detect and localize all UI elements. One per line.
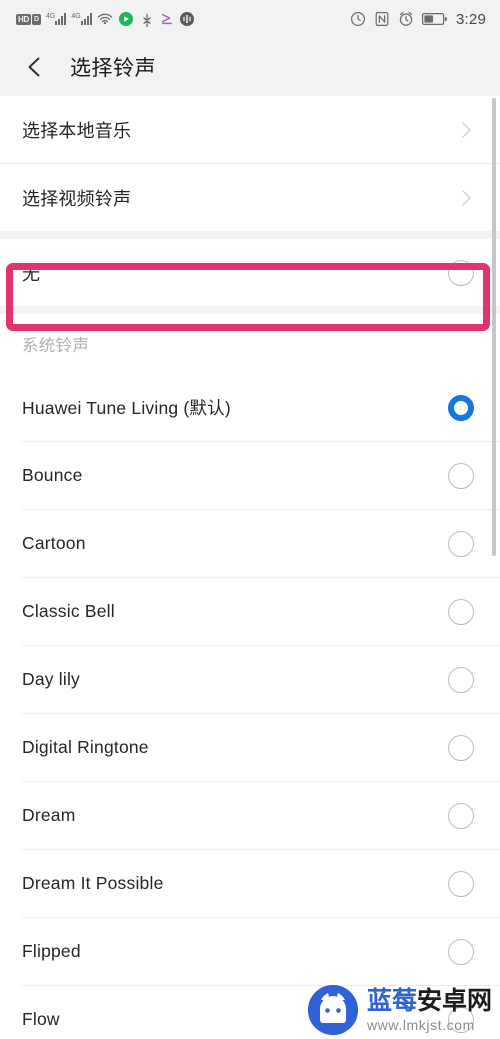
list-item-label: 无 — [22, 263, 41, 284]
list-item[interactable]: Dream — [0, 782, 500, 849]
list-item-label: Day lily — [22, 669, 80, 689]
status-bar: HD D 4G 4G 3:29 — [0, 0, 500, 38]
network-label-1: 4G — [46, 13, 56, 20]
ringtone-list[interactable]: 选择本地音乐 选择视频铃声 无 系统铃声 Huawei Tune Living … — [0, 96, 500, 1039]
section-header-label: 系统铃声 — [22, 337, 90, 355]
list-item[interactable]: Bounce — [0, 442, 500, 509]
back-arrow-icon[interactable] — [22, 54, 48, 80]
sim-4g-signal-icon: 4G — [46, 13, 67, 25]
hd-label: HD — [16, 13, 31, 25]
group-separator — [0, 306, 500, 314]
list-item[interactable]: Flipped — [0, 918, 500, 985]
group-separator — [0, 231, 500, 239]
list-item[interactable]: Day lily — [0, 646, 500, 713]
list-item-label: Flipped — [22, 941, 81, 961]
sim-label: D — [31, 13, 42, 25]
chevron-right-icon — [461, 189, 472, 207]
list-item-label: Classic Bell — [22, 601, 115, 621]
radio-button[interactable] — [448, 734, 474, 761]
radio-button-selected[interactable] — [448, 394, 474, 421]
watermark-brand-blue: 蓝莓 — [366, 986, 417, 1015]
radio-button[interactable] — [448, 462, 474, 489]
list-item-select-local-music[interactable]: 选择本地音乐 — [0, 96, 500, 163]
ringtone-options-group: Huawei Tune Living (默认) Bounce Cartoon Clas… — [0, 374, 500, 1039]
list-item-label: Cartoon — [22, 533, 86, 553]
huawei-flower-icon — [139, 11, 155, 27]
site-watermark: 蓝莓安卓网 www.lmkjst.com — [307, 985, 492, 1035]
dark-circle-icon — [179, 11, 195, 27]
nfc-icon — [374, 11, 390, 27]
list-item-label: Digital Ringtone — [22, 737, 149, 757]
list-item-label: Bounce — [22, 465, 83, 485]
radio-button[interactable] — [448, 259, 474, 286]
list-item[interactable]: Huawei Tune Living (默认) — [0, 374, 500, 441]
list-item-label: Huawei Tune Living (默认) — [22, 398, 231, 418]
purple-arrow-icon — [160, 12, 174, 26]
status-bar-time: 3:29 — [456, 10, 486, 28]
page-title: 选择铃声 — [70, 57, 156, 80]
radio-button[interactable] — [448, 598, 474, 625]
list-item[interactable]: Cartoon — [0, 510, 500, 577]
radio-button[interactable] — [448, 802, 474, 829]
list-item-label: 选择本地音乐 — [22, 120, 132, 141]
radio-button[interactable] — [448, 666, 474, 693]
list-item-select-video-ringtone[interactable]: 选择视频铃声 — [0, 164, 500, 231]
section-header-system-ringtones: 系统铃声 — [0, 314, 500, 374]
list-item-label: Dream It Possible — [22, 873, 164, 893]
wifi-icon — [97, 11, 113, 27]
watermark-url: www.lmkjst.com — [366, 1016, 475, 1033]
list-item[interactable]: Digital Ringtone — [0, 714, 500, 781]
network-label-2: 4G — [71, 13, 81, 20]
title-bar: 选择铃声 — [0, 38, 500, 96]
radio-button[interactable] — [448, 938, 474, 965]
list-item-label: Dream — [22, 805, 76, 825]
watermark-brand-black: 安卓网 — [416, 986, 492, 1015]
list-item[interactable]: Dream It Possible — [0, 850, 500, 917]
app-green-icon — [118, 11, 134, 27]
hd-volte-icon: HD D — [16, 13, 42, 25]
radio-button[interactable] — [448, 530, 474, 557]
list-item-label: 选择视频铃声 — [22, 188, 132, 209]
sim2-4g-signal-icon: 4G — [71, 13, 92, 25]
do-not-disturb-icon — [350, 11, 366, 27]
alarm-icon — [398, 11, 414, 27]
status-bar-left-icons: HD D 4G 4G — [16, 11, 195, 27]
android-robot-logo-icon — [307, 985, 358, 1035]
battery-icon — [422, 12, 448, 26]
status-bar-right-icons: 3:29 — [350, 0, 486, 38]
list-item-none[interactable]: 无 — [0, 239, 500, 306]
radio-button[interactable] — [448, 870, 474, 897]
list-item[interactable]: Classic Bell — [0, 578, 500, 645]
vertical-scrollbar[interactable] — [492, 98, 496, 556]
watermark-brand: 蓝莓安卓网 — [366, 986, 492, 1015]
chevron-right-icon — [461, 121, 472, 139]
